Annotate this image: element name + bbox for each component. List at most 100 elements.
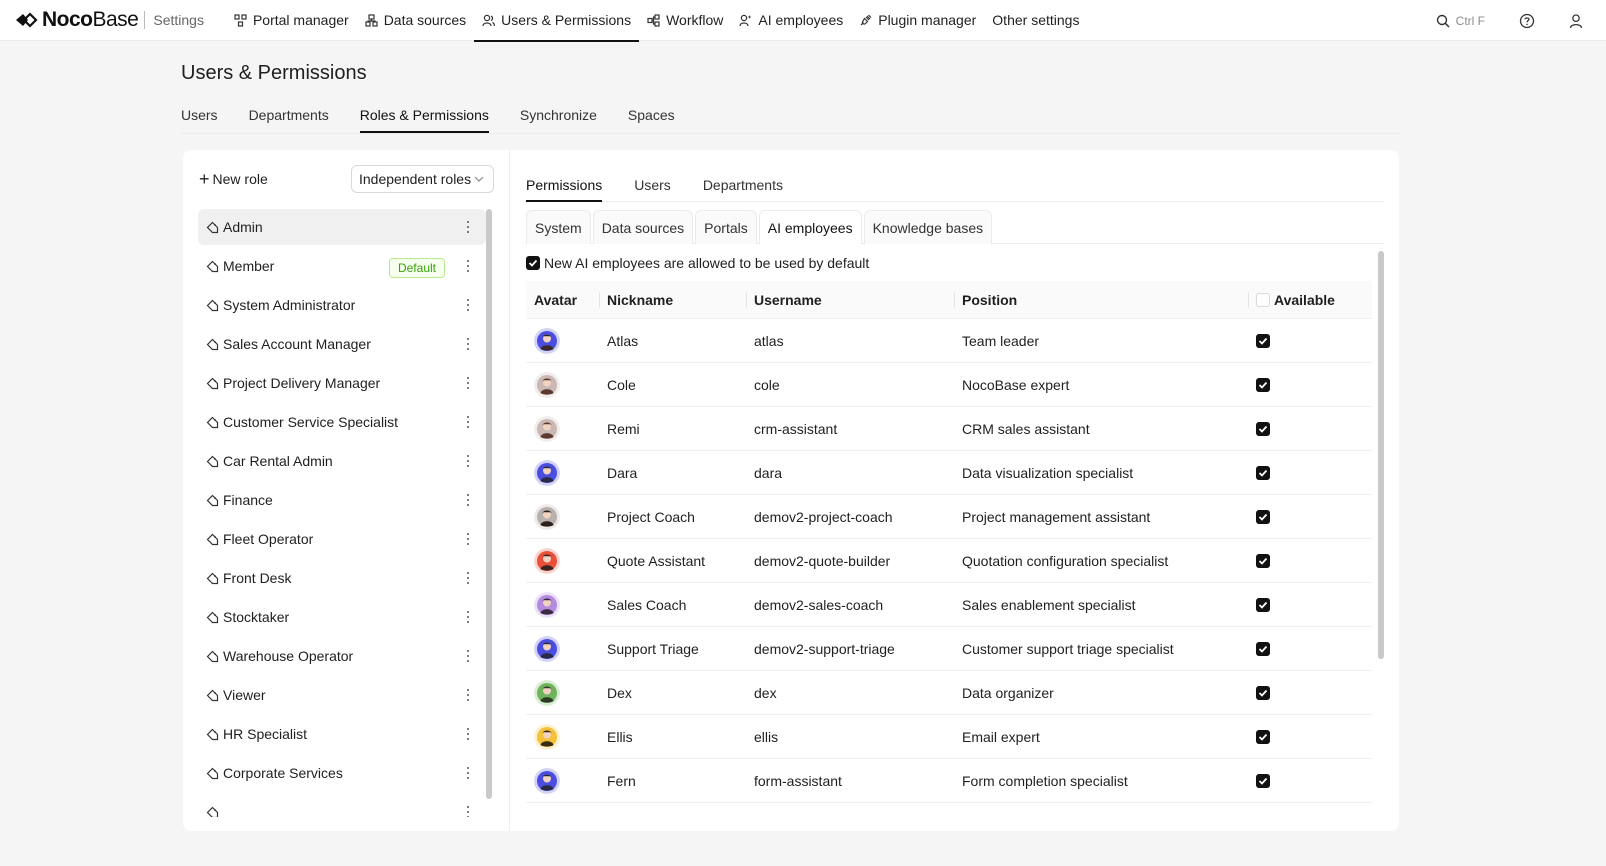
nav-item-users-permissions[interactable]: Users & Permissions (474, 0, 640, 42)
nickname-cell: Quote Assistant (607, 552, 706, 569)
more-options-icon[interactable] (466, 375, 470, 391)
available-checkbox[interactable] (1256, 465, 1270, 480)
more-options-icon[interactable] (466, 765, 470, 781)
available-checkbox[interactable] (1256, 729, 1270, 744)
sub-tab-data-sources[interactable]: Data sources (592, 210, 694, 244)
more-options-icon[interactable] (466, 453, 470, 469)
table-row: Dex dex Data organizer (526, 671, 1372, 715)
column-header-avatar: Avatar (534, 291, 578, 308)
available-checkbox[interactable] (1256, 553, 1270, 568)
role-item[interactable]: HR Specialist (198, 716, 486, 752)
role-item[interactable]: Stocktaker (198, 599, 486, 635)
table-row: Ellis ellis Email expert (526, 715, 1372, 759)
username-cell: demov2-sales-coach (754, 596, 884, 613)
available-checkbox[interactable] (1256, 641, 1270, 656)
available-checkbox[interactable] (1256, 377, 1270, 392)
username-cell: demov2-support-triage (754, 640, 895, 657)
nav-item-other-settings[interactable]: Other settings (984, 0, 1087, 41)
more-options-icon[interactable] (466, 297, 470, 313)
role-item[interactable]: Sales Account Manager (198, 326, 486, 362)
table-row: Remi crm-assistant CRM sales assistant (526, 407, 1372, 451)
avatar (526, 671, 599, 715)
sub-tab-ai-employees[interactable]: AI employees (758, 210, 862, 245)
more-options-icon[interactable] (466, 336, 470, 352)
more-options-icon[interactable] (466, 531, 470, 547)
tab-roles-permissions[interactable]: Roles & Permissions (359, 98, 490, 133)
nav-item-plugin-manager[interactable]: Plugin manager (851, 0, 984, 41)
allow-default-checkbox[interactable] (526, 256, 540, 270)
position-cell: Sales enablement specialist (962, 596, 1136, 613)
tab-departments[interactable]: Departments (703, 168, 783, 201)
allow-default-option: New AI employees are allowed to be used … (526, 255, 869, 271)
avatar (526, 583, 599, 627)
more-options-icon[interactable] (466, 687, 470, 703)
table-row: Project Coach demov2-project-coach Project… (526, 495, 1372, 539)
role-item[interactable]: System Administrator (198, 287, 486, 323)
role-item[interactable]: Member Default (198, 248, 486, 284)
sub-tab-portals[interactable]: Portals (695, 210, 757, 244)
username-cell: form-assistant (754, 772, 842, 789)
more-options-icon[interactable] (466, 570, 470, 586)
available-checkbox[interactable] (1256, 597, 1270, 612)
role-item[interactable]: Warehouse Operator (198, 638, 486, 674)
avatar (526, 715, 599, 759)
role-item[interactable]: Finance (198, 482, 486, 518)
username-cell: ellis (754, 728, 779, 745)
help-icon[interactable] (1519, 13, 1535, 29)
role-item[interactable]: Customer Service Specialist (198, 404, 486, 440)
role-name: Finance (223, 492, 273, 508)
nav-item-workflow[interactable]: Workflow (639, 0, 731, 41)
role-item[interactable] (198, 794, 486, 817)
role-name: Project Delivery Manager (223, 375, 381, 391)
tab-spaces[interactable]: Spaces (628, 98, 675, 132)
user-profile-icon[interactable] (1568, 13, 1584, 29)
available-checkbox[interactable] (1256, 685, 1270, 700)
more-options-icon[interactable] (466, 726, 470, 742)
role-item[interactable]: Corporate Services (198, 755, 486, 791)
role-item[interactable]: Admin (198, 209, 486, 245)
available-checkbox[interactable] (1256, 509, 1270, 524)
available-checkbox[interactable] (1256, 421, 1270, 436)
role-item[interactable]: Car Rental Admin (198, 443, 486, 479)
nav-item-data-sources[interactable]: Data sources (357, 0, 474, 41)
table-scrollbar[interactable] (1378, 251, 1384, 659)
role-item[interactable]: Fleet Operator (198, 521, 486, 557)
nocobase-logo[interactable]: NocoBase Settings (14, 0, 226, 41)
more-options-icon[interactable] (466, 648, 470, 664)
ai-employees-icon (739, 14, 752, 27)
role-item[interactable]: Project Delivery Manager (198, 365, 486, 401)
role-name: Fleet Operator (223, 531, 314, 547)
nav-item-portal-manager[interactable]: Portal manager (226, 0, 357, 41)
tab-users[interactable]: Users (181, 98, 218, 132)
tab-permissions[interactable]: Permissions (526, 168, 603, 202)
role-item[interactable]: Viewer (198, 677, 486, 713)
tab-departments[interactable]: Departments (249, 98, 329, 132)
tab-users[interactable]: Users (634, 168, 671, 201)
more-options-icon[interactable] (466, 609, 470, 625)
new-role-button[interactable]: + New role (199, 170, 268, 188)
tab-synchronize[interactable]: Synchronize (520, 98, 597, 132)
more-options-icon[interactable] (466, 804, 470, 817)
more-options-icon[interactable] (466, 219, 470, 235)
more-options-icon[interactable] (466, 492, 470, 508)
role-item[interactable]: Front Desk (198, 560, 486, 596)
search-button[interactable]: Ctrl F (1436, 14, 1485, 28)
nav-item-ai-employees[interactable]: AI employees (731, 0, 851, 41)
tag-icon (206, 767, 219, 780)
available-cell (1248, 363, 1372, 407)
available-checkbox[interactable] (1256, 773, 1270, 788)
plus-icon: + (199, 169, 210, 189)
sub-tab-system[interactable]: System (526, 210, 591, 244)
available-cell (1248, 715, 1372, 759)
search-shortcut: Ctrl F (1455, 13, 1485, 28)
available-checkbox[interactable] (1256, 333, 1270, 348)
role-mode-select[interactable]: Independent roles (351, 165, 494, 193)
username-cell: atlas (754, 332, 784, 349)
select-all-available-checkbox[interactable] (1256, 292, 1270, 307)
chevron-down-icon (474, 176, 484, 182)
more-options-icon[interactable] (466, 414, 470, 430)
role-list-scrollbar[interactable] (486, 209, 492, 799)
more-options-icon[interactable] (466, 258, 470, 274)
page-title: Users & Permissions (181, 62, 367, 84)
sub-tab-knowledge-bases[interactable]: Knowledge bases (863, 210, 993, 244)
